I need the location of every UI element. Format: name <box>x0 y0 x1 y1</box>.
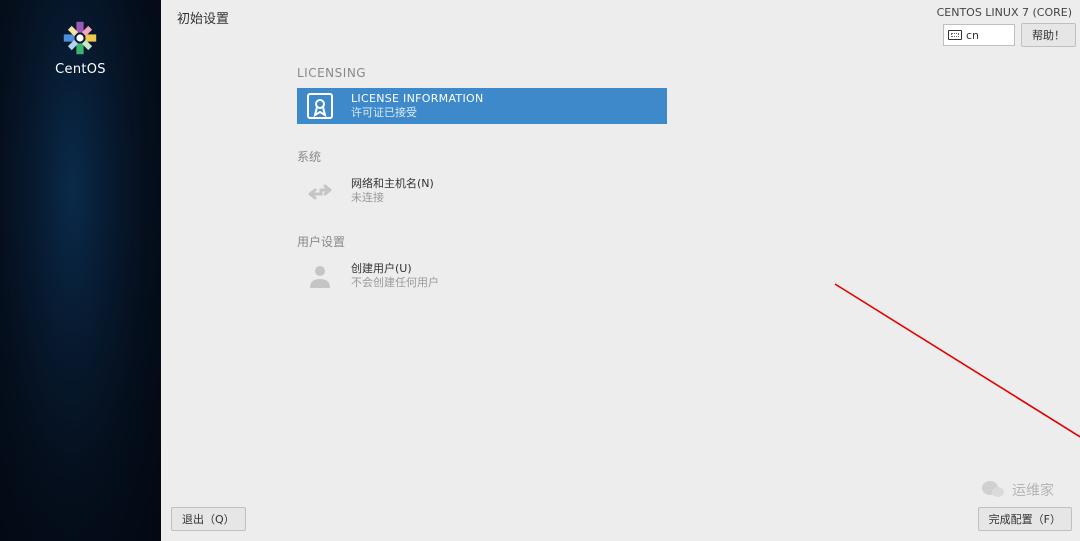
keyboard-layout-button[interactable]: cn <box>943 24 1015 46</box>
license-icon <box>303 89 337 123</box>
section-heading-licensing: LICENSING <box>297 66 667 80</box>
centos-logo-icon <box>62 20 98 56</box>
spoke-license-title: LICENSE INFORMATION <box>351 92 483 106</box>
keyboard-layout-label: cn <box>966 29 979 42</box>
spoke-create-user-title: 创建用户(U) <box>351 262 439 276</box>
bottom-bar: 退出（Q） 完成配置（F） <box>161 503 1080 541</box>
section-system: 系统 网络和主机名(N) 未连接 <box>297 142 667 209</box>
content-area: LICENSING LICENSE INFORMATION 许可证已接受 <box>161 46 1080 503</box>
page-title: 初始设置 <box>177 6 229 27</box>
section-heading-users: 用户设置 <box>297 233 667 250</box>
keyboard-icon <box>948 30 962 40</box>
finish-config-button[interactable]: 完成配置（F） <box>978 507 1072 531</box>
quit-button[interactable]: 退出（Q） <box>171 507 246 531</box>
spoke-network-title: 网络和主机名(N) <box>351 177 434 191</box>
spoke-network[interactable]: 网络和主机名(N) 未连接 <box>297 173 667 209</box>
brand-text: CentOS <box>55 62 106 77</box>
section-licensing: LICENSING LICENSE INFORMATION 许可证已接受 <box>297 60 667 124</box>
spoke-network-status: 未连接 <box>351 191 434 205</box>
distro-label: CENTOS LINUX 7 (CORE) <box>937 6 1076 19</box>
logo: CentOS <box>55 20 106 77</box>
top-bar: 初始设置 CENTOS LINUX 7 (CORE) cn 帮助！ <box>161 0 1080 46</box>
main-panel: 初始设置 CENTOS LINUX 7 (CORE) cn 帮助！ LICENS… <box>161 0 1080 541</box>
top-right-controls: CENTOS LINUX 7 (CORE) cn 帮助！ <box>937 6 1076 47</box>
spoke-create-user[interactable]: 创建用户(U) 不会创建任何用户 <box>297 258 667 294</box>
spoke-license-status: 许可证已接受 <box>351 106 483 120</box>
network-icon <box>303 174 337 208</box>
help-button[interactable]: 帮助！ <box>1021 23 1076 47</box>
sidebar: CentOS <box>0 0 161 541</box>
section-users: 用户设置 创建用户(U) 不会创建任何用户 <box>297 227 667 294</box>
user-icon <box>303 259 337 293</box>
spoke-license[interactable]: LICENSE INFORMATION 许可证已接受 <box>297 88 667 124</box>
section-heading-system: 系统 <box>297 148 667 165</box>
spoke-create-user-status: 不会创建任何用户 <box>351 276 439 290</box>
